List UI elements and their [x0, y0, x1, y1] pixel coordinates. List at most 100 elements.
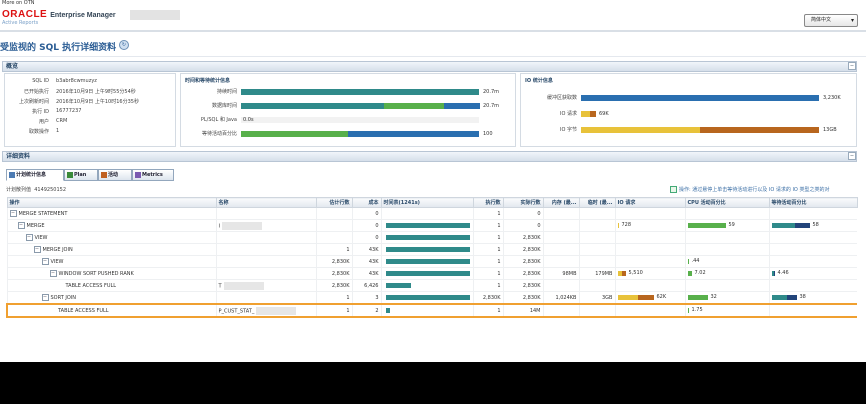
timeline-bar	[384, 294, 471, 301]
overview-field: 已开始执行 2016年10月9日 上午9时55分54秒	[9, 88, 169, 97]
bar-segment	[241, 103, 384, 109]
wait-activity-cell	[768, 207, 857, 220]
details-header[interactable]: 详细资料	[2, 151, 857, 162]
expand-toggle-icon[interactable]: −	[41, 294, 49, 301]
expand-toggle-icon[interactable]: −	[41, 258, 49, 265]
time-stat-row[interactable]: 数据库时间 20.7m	[183, 102, 509, 110]
column-header[interactable]: IO 请求	[614, 197, 686, 208]
wait-activity-cell	[768, 303, 857, 318]
bar-segment	[385, 308, 390, 313]
object-name-cell	[215, 267, 316, 280]
note-checkbox[interactable]	[670, 186, 677, 193]
time-stat-row[interactable]: 持续时间 20.7m	[183, 88, 509, 96]
table-row[interactable]: − VIEW 2,830K 43K 1 2,830K .44	[6, 255, 857, 268]
memory-cell: 1,024KB	[542, 291, 579, 305]
cost-cell: 43K	[351, 243, 381, 256]
column-header[interactable]: 实际行数	[502, 197, 544, 208]
bar-segment	[794, 223, 810, 228]
timeline-cell	[380, 255, 473, 268]
operation-cell: − VIEW	[6, 255, 216, 268]
io-stats-heading: IO 统计信息	[525, 78, 553, 84]
column-header[interactable]: 内存 (最...	[542, 197, 580, 208]
more-on-otn-link[interactable]: More on OTN	[2, 0, 35, 6]
details-heading: 详细资料	[6, 153, 31, 160]
timeline-cell	[380, 267, 473, 280]
cpu-activity-cell: 7.02	[684, 267, 769, 280]
io-stat-row[interactable]: IO 字节 13GB	[523, 126, 849, 134]
cpu-value: 1.75	[691, 307, 703, 313]
wait-activity-cell	[768, 231, 857, 244]
cpu-bar	[688, 234, 767, 241]
table-row[interactable]: TABLE ACCESS FULL T 2,830K 6,426 1 2,830K	[6, 279, 857, 292]
tab-metrics[interactable]: Metrics	[132, 169, 174, 181]
table-row[interactable]: − WINDOW SORT PUSHED RANK 2,830K 43K 1 2,830K…	[6, 267, 857, 280]
wait-activity-cell	[768, 255, 857, 268]
column-header[interactable]: 临时 (最...	[578, 197, 616, 208]
refresh-icon[interactable]: ↻	[119, 40, 129, 50]
estimated-rows-cell: 2,830K	[315, 279, 352, 292]
tab-activity[interactable]: 活动	[98, 169, 132, 181]
wait-bar	[772, 234, 856, 241]
temp-cell	[578, 303, 615, 318]
column-header[interactable]: 估计行数	[315, 197, 353, 208]
field-label: 上次刷新时间	[18, 99, 49, 105]
stat-bar	[581, 111, 819, 117]
column-header[interactable]: CPU 活动百分比	[684, 197, 770, 208]
io-requests-cell	[614, 231, 685, 244]
time-stat-row[interactable]: PL/SQL 和 Java 0.0s	[183, 116, 509, 124]
tab-plan[interactable]: Plan	[64, 169, 98, 181]
table-row[interactable]: − MERGE STATEMENT 0 1 0	[6, 207, 857, 220]
table-row[interactable]: − MERGE I 0 1 0 728 59 58	[6, 219, 857, 232]
memory-cell	[542, 303, 579, 318]
io-value: 5,510	[628, 270, 643, 276]
table-row[interactable]: TABLE ACCESS FULL P_CUST_STAT_ 1 2 1 14M 1.75	[6, 303, 857, 318]
expand-toggle-icon[interactable]: −	[33, 246, 41, 253]
column-header[interactable]: 名称	[215, 197, 317, 208]
timeline-bar	[384, 234, 471, 241]
actual-rows-cell: 0	[502, 219, 543, 232]
column-header[interactable]: 成本	[351, 197, 382, 208]
bar-segment	[348, 131, 479, 137]
io-stat-row[interactable]: 缓冲区获取数 3,230K	[523, 94, 849, 102]
wait-activity-cell: 58	[768, 219, 857, 232]
actual-rows-cell: 2,830K	[502, 231, 543, 244]
operation-name: MERGE STATEMENT	[18, 211, 68, 217]
bar-segment	[581, 127, 700, 133]
time-stat-row[interactable]: 等待活动百分比 100	[183, 130, 509, 138]
operation-cell: − WINDOW SORT PUSHED RANK	[6, 267, 216, 280]
column-header[interactable]: 等待活动百分比	[768, 197, 858, 208]
estimated-rows-cell: 2,830K	[315, 267, 352, 280]
io-bar	[618, 234, 683, 241]
operation-name: WINDOW SORT PUSHED RANK	[58, 271, 134, 277]
cpu-activity-cell: 59	[684, 219, 769, 232]
table-row[interactable]: − MERGE JOIN 1 43K 1 2,830K	[6, 243, 857, 256]
table-row[interactable]: − SORT JOIN 1 3 2,830K 2,830K 1,024KB 3GB 62K 32 3…	[6, 291, 857, 305]
temp-cell	[578, 231, 615, 244]
bar-segment	[581, 95, 819, 101]
expand-toggle-icon[interactable]: −	[25, 234, 33, 241]
column-header[interactable]: 时间表(1241s)	[380, 197, 474, 208]
redacted-box	[223, 281, 264, 290]
collapse-overview-icon[interactable]: −	[848, 62, 856, 70]
executions-cell: 1	[472, 243, 503, 256]
cpu-activity-cell: .44	[684, 255, 769, 268]
io-stat-row[interactable]: IO 请求 69K	[523, 110, 849, 118]
operation-cell: − MERGE STATEMENT	[6, 207, 216, 220]
expand-toggle-icon[interactable]: −	[49, 270, 57, 277]
bar-segment	[637, 295, 654, 300]
memory-cell	[542, 243, 579, 256]
table-row[interactable]: − VIEW 0 1 2,830K	[6, 231, 857, 244]
executions-cell: 1	[472, 267, 503, 280]
column-header[interactable]: 操作	[6, 197, 217, 208]
tab-plan-statistics[interactable]: 计划统计信息	[6, 169, 64, 181]
expand-toggle-icon[interactable]: −	[17, 222, 25, 229]
wait-bar: 4.46	[771, 270, 856, 277]
overview-header[interactable]: 概览	[2, 61, 857, 72]
expand-toggle-icon[interactable]: −	[9, 210, 17, 217]
column-header[interactable]: 执行数	[472, 197, 504, 208]
collapse-details-icon[interactable]: −	[848, 152, 856, 160]
language-select[interactable]: 简体中文 ▾	[804, 14, 858, 27]
executions-cell: 1	[472, 231, 503, 244]
bar-segment	[687, 271, 692, 276]
field-value: 16777237	[56, 108, 82, 114]
